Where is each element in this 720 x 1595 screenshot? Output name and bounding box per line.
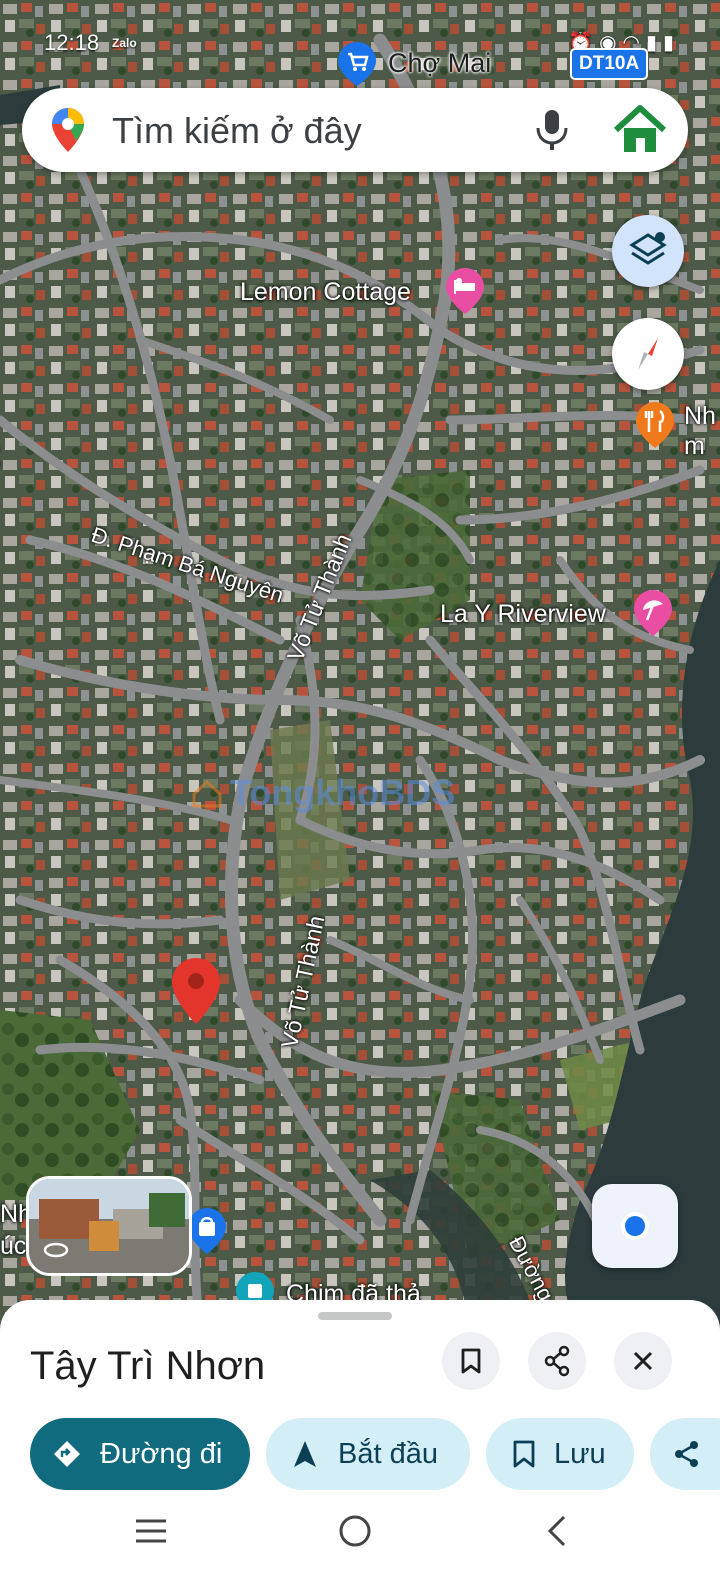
system-navigation-bar bbox=[0, 1500, 720, 1595]
compass-button[interactable] bbox=[612, 318, 684, 390]
status-time: 12:18 bbox=[44, 30, 100, 55]
shopping-cart-icon bbox=[338, 42, 376, 86]
share-icon-button[interactable] bbox=[528, 1332, 586, 1390]
hotel-icon bbox=[446, 268, 484, 314]
navigation-arrow-icon bbox=[294, 1441, 316, 1467]
home-nav-icon[interactable] bbox=[338, 1514, 372, 1548]
restaurant-icon bbox=[636, 402, 674, 448]
start-button[interactable]: Bắt đầu bbox=[266, 1418, 470, 1490]
rotate-360-icon bbox=[43, 1242, 69, 1258]
poi-label-partial: Nh bbox=[684, 402, 716, 430]
start-label: Bắt đầu bbox=[338, 1437, 438, 1470]
maps-pin-icon bbox=[52, 108, 84, 152]
poi-label: Chợ Mai bbox=[388, 48, 492, 78]
shopping-bag-icon bbox=[188, 1208, 226, 1254]
directions-icon bbox=[54, 1441, 80, 1467]
place-name: Tây Trì Nhơn bbox=[30, 1344, 266, 1388]
selected-location-marker[interactable] bbox=[172, 958, 220, 1024]
share-chip[interactable] bbox=[650, 1418, 720, 1490]
poi-shopping[interactable] bbox=[188, 1208, 226, 1259]
drag-handle[interactable] bbox=[318, 1312, 392, 1320]
poi-restaurant[interactable]: Nh m bbox=[636, 402, 716, 460]
street-view-thumbnail[interactable] bbox=[26, 1176, 192, 1276]
edge-label: úc bbox=[0, 1232, 27, 1260]
poi-label: La Y Riverview bbox=[440, 600, 606, 628]
battery-icon: ▮ bbox=[662, 32, 680, 54]
home-icon bbox=[613, 105, 667, 152]
bookmark-icon bbox=[513, 1440, 535, 1468]
mic-icon[interactable] bbox=[534, 108, 570, 152]
place-bottom-sheet[interactable]: Tây Trì Nhơn Đường đi Bắt đầu Lưu bbox=[0, 1300, 720, 1500]
directions-label: Đường đi bbox=[100, 1437, 223, 1470]
search-placeholder: Tìm kiếm ở đây bbox=[112, 110, 362, 151]
back-icon[interactable] bbox=[546, 1514, 568, 1548]
search-bar[interactable]: Tìm kiếm ở đây bbox=[22, 88, 688, 172]
layers-icon bbox=[629, 232, 667, 265]
recent-apps-icon[interactable] bbox=[134, 1516, 168, 1546]
watermark-logo-icon bbox=[192, 779, 222, 808]
close-icon bbox=[633, 1351, 653, 1371]
bookmark-icon bbox=[461, 1348, 481, 1374]
poi-label-partial: m bbox=[684, 432, 705, 460]
save-label: Lưu bbox=[554, 1437, 606, 1470]
my-location-button[interactable] bbox=[592, 1184, 678, 1268]
poi-cho-mai[interactable]: Chợ Mai bbox=[338, 42, 491, 91]
compass-icon bbox=[638, 338, 658, 370]
home-button[interactable] bbox=[608, 98, 672, 162]
watermark: TongkhoBDS bbox=[190, 772, 455, 814]
poi-label: Lemon Cottage bbox=[240, 278, 411, 306]
satellite-map[interactable] bbox=[0, 0, 720, 1330]
save-icon-button[interactable] bbox=[442, 1332, 500, 1390]
share-icon bbox=[544, 1345, 570, 1377]
directions-button[interactable]: Đường đi bbox=[30, 1418, 250, 1490]
signal-icon: ▮ bbox=[645, 32, 663, 54]
my-location-icon bbox=[621, 1212, 649, 1240]
zalo-badge: Zalo bbox=[112, 36, 137, 50]
beach-umbrella-icon bbox=[634, 590, 672, 636]
route-badge: DT10A bbox=[570, 48, 649, 80]
watermark-text: TongkhoBDS bbox=[230, 772, 456, 813]
close-button[interactable] bbox=[614, 1332, 672, 1390]
save-button[interactable]: Lưu bbox=[486, 1418, 634, 1490]
share-icon bbox=[675, 1441, 698, 1467]
layers-button[interactable] bbox=[612, 215, 684, 287]
